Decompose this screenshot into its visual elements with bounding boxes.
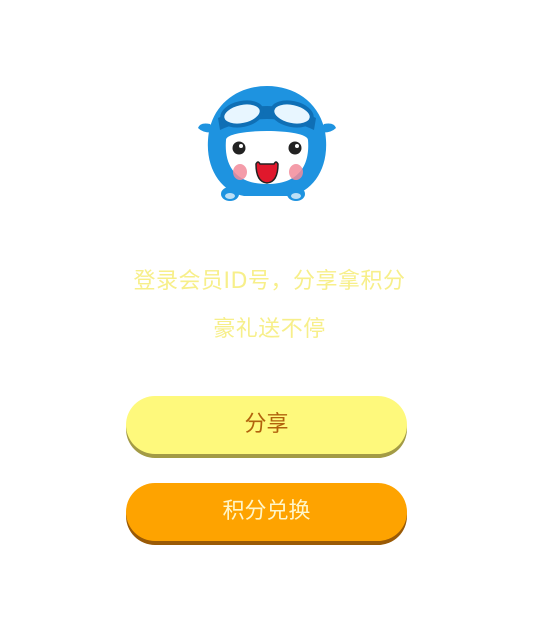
share-button[interactable]: 分享 <box>126 396 407 454</box>
points-exchange-button[interactable]: 积分兑换 <box>126 483 407 541</box>
mascot-icon <box>196 80 338 210</box>
promo-text-line2: 豪礼送不停 <box>213 317 326 342</box>
promo-text-line1: 登录会员ID号，分享拿积分 <box>133 269 406 294</box>
